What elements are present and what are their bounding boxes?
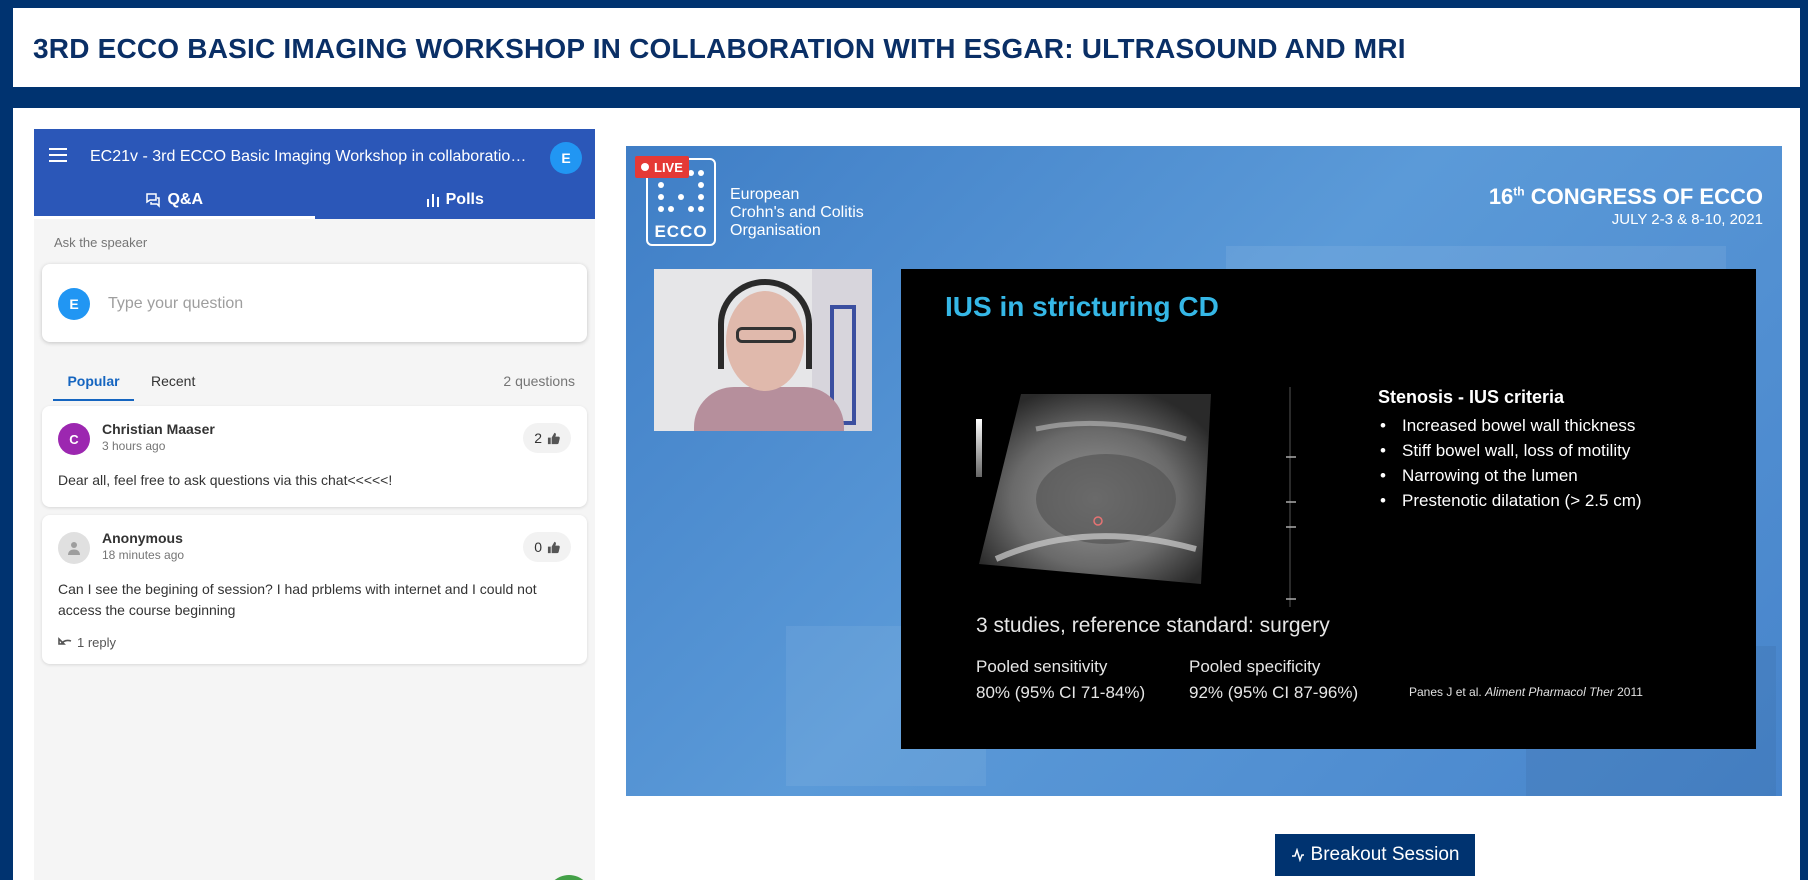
- user-avatar[interactable]: E: [550, 142, 582, 174]
- author-name: Christian Maaser: [102, 421, 215, 437]
- ask-label: Ask the speaker: [54, 235, 148, 250]
- replies-link[interactable]: 1 reply: [58, 635, 116, 650]
- depth-ruler: [1286, 387, 1296, 607]
- live-label: LIVE: [654, 159, 683, 175]
- organisation-name: European Crohn's and Colitis Organisatio…: [730, 186, 864, 239]
- criteria-title: Stenosis - IUS criteria: [1378, 387, 1565, 407]
- criteria-list: Stenosis - IUS criteria Increased bowel …: [1378, 387, 1738, 513]
- video-player[interactable]: ECCO LIVE European Crohn's and Colitis O…: [626, 146, 1782, 796]
- criteria-item: Prestenotic dilatation (> 2.5 cm): [1378, 488, 1738, 513]
- main-panel: EC21v - 3rd ECCO Basic Imaging Workshop …: [13, 108, 1800, 880]
- breakout-session-button[interactable]: Breakout Session: [1275, 834, 1475, 876]
- question-time: 3 hours ago: [102, 439, 166, 453]
- speaker-webcam: [654, 269, 872, 431]
- speech-bubbles-icon: [146, 193, 161, 208]
- replies-count: 1 reply: [77, 635, 117, 650]
- question-card: Anonymous 18 minutes ago 0 Can I see the…: [42, 515, 587, 664]
- presentation-slide: IUS in stricturing CD Stenosis - IUS cri…: [901, 269, 1756, 749]
- live-dot-icon: [641, 163, 649, 171]
- like-count: 0: [534, 539, 542, 555]
- composer-avatar: E: [58, 288, 90, 320]
- breakout-label: Breakout Session: [1310, 844, 1460, 865]
- slide-reference: Panes J et al. Aliment Pharmacol Ther 20…: [1409, 685, 1643, 699]
- qa-widget: EC21v - 3rd ECCO Basic Imaging Workshop …: [34, 129, 595, 880]
- page-title: 3RD ECCO BASIC IMAGING WORKSHOP IN COLLA…: [33, 33, 1406, 64]
- menu-icon[interactable]: [49, 148, 67, 162]
- like-count: 2: [534, 430, 542, 446]
- reply-arrow-icon: [58, 636, 72, 645]
- ultrasound-image: [979, 394, 1211, 584]
- tab-polls[interactable]: Polls: [315, 181, 596, 219]
- thumbs-up-icon: [547, 432, 560, 444]
- congress-title: 16th CONGRESS OF ECCO: [1488, 184, 1763, 209]
- question-filters: Popular Recent 2 questions: [34, 361, 595, 401]
- congress-banner: 16th CONGRESS OF ECCO JULY 2-3 & 8-10, 2…: [1489, 184, 1763, 228]
- filter-recent[interactable]: Recent: [151, 361, 195, 401]
- pulse-icon: [1291, 848, 1304, 862]
- question-input[interactable]: [108, 289, 558, 319]
- criteria-item: Increased bowel wall thickness: [1378, 413, 1738, 438]
- question-text: Can I see the begining of session? I had…: [58, 581, 537, 618]
- question-time: 18 minutes ago: [102, 548, 185, 562]
- like-button[interactable]: 2: [523, 423, 571, 453]
- author-name: Anonymous: [102, 530, 183, 546]
- tab-polls-label: Polls: [445, 191, 484, 208]
- specificity-block: Pooled specificity 92% (95% CI 87-96%): [1189, 657, 1359, 702]
- question-text: Dear all, feel free to ask questions via…: [58, 472, 393, 488]
- like-button[interactable]: 0: [523, 532, 571, 562]
- bar-chart-icon: [426, 194, 439, 207]
- logo-wordmark: ECCO: [654, 222, 708, 241]
- headphones-icon: [718, 279, 812, 369]
- criteria-item: Narrowing ot the lumen: [1378, 463, 1738, 488]
- chat-header: EC21v - 3rd ECCO Basic Imaging Workshop …: [34, 129, 595, 219]
- sensitivity-block: Pooled sensitivity 80% (95% CI 71-84%): [976, 657, 1146, 702]
- slide-title: IUS in stricturing CD: [945, 291, 1219, 322]
- anonymous-avatar: [58, 532, 90, 564]
- criteria-item: Stiff bowel wall, loss of motility: [1378, 438, 1738, 463]
- page-header: 3RD ECCO BASIC IMAGING WORKSHOP IN COLLA…: [13, 8, 1800, 87]
- filter-popular[interactable]: Popular: [53, 361, 134, 401]
- studies-text: 3 studies, reference standard: surgery: [976, 614, 1330, 637]
- person-icon: [68, 542, 80, 555]
- question-composer: E: [42, 264, 587, 342]
- question-count: 2 questions: [503, 373, 575, 389]
- tab-qa-label: Q&A: [167, 191, 204, 208]
- tab-qa[interactable]: Q&A: [34, 181, 315, 219]
- floating-action-button[interactable]: [546, 875, 592, 880]
- live-badge: LIVE: [635, 156, 689, 178]
- thumbs-up-icon: [547, 541, 560, 553]
- congress-dates: JULY 2-3 & 8-10, 2021: [1611, 211, 1763, 228]
- author-avatar: C: [58, 423, 90, 455]
- question-card: C Christian Maaser 3 hours ago 2 Dear al…: [42, 406, 587, 507]
- chat-title: EC21v - 3rd ECCO Basic Imaging Workshop …: [90, 148, 535, 165]
- chat-tabs: Q&A Polls: [34, 181, 595, 219]
